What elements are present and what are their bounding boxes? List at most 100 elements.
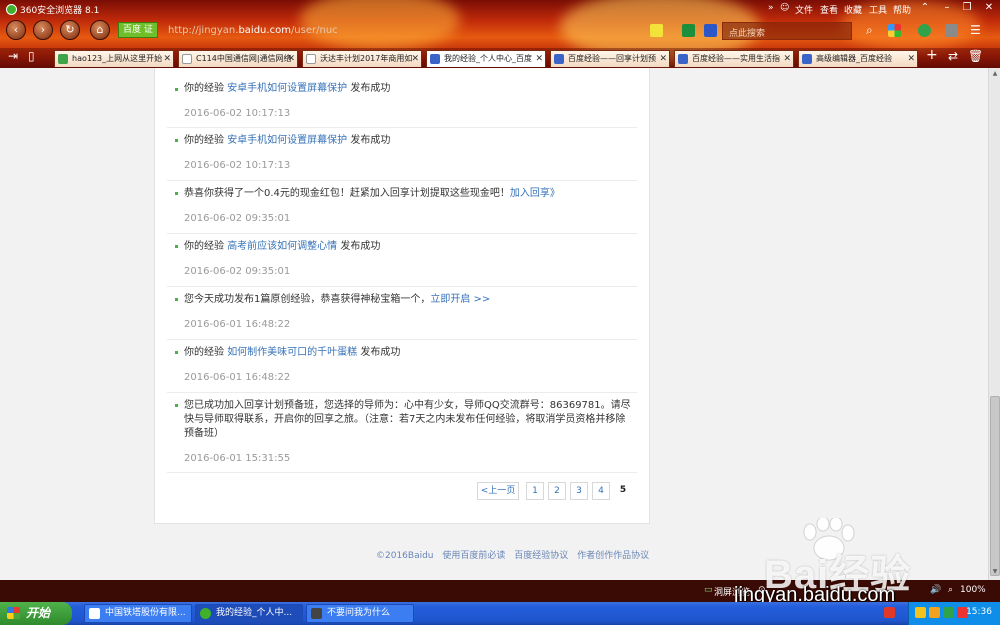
experience-link[interactable]: 安卓手机如何设置屏幕保护 <box>227 83 347 94</box>
zoom-icon[interactable]: ⌕ <box>948 585 953 595</box>
prev-page-button[interactable]: <上一页 <box>477 482 519 500</box>
qq-icon[interactable] <box>915 607 926 618</box>
page-viewport: 你的经验 安卓手机如何设置屏幕保护 发布成功 2016-06-02 10:17:… <box>0 68 988 580</box>
baidu-paw-icon <box>430 54 440 64</box>
close-tab-icon[interactable]: ✕ <box>907 51 915 67</box>
security-badge[interactable]: 百度 证 <box>118 22 158 38</box>
tab-life-guide[interactable]: 百度经验——实用生活指 ✕ <box>674 50 794 67</box>
menu-tools[interactable]: 工具 <box>869 3 887 16</box>
message-text: 你的经验 如何制作美味可口的千叶蛋糕 发布成功 <box>184 346 634 360</box>
qq-icon[interactable] <box>929 607 940 618</box>
minimize-button[interactable]: – <box>940 2 954 14</box>
apps-grid-icon[interactable] <box>888 24 901 37</box>
taskbar-item-tower[interactable]: 中国铁塔股份有限... <box>84 604 192 623</box>
app-icon <box>311 608 322 619</box>
windows-logo-icon <box>7 607 20 619</box>
close-tab-icon[interactable]: ✕ <box>411 51 419 67</box>
footer-link-agreement[interactable]: 百度经验协议 <box>514 551 568 561</box>
list-item: 你的经验 安卓手机如何设置屏幕保护 发布成功 2016-06-02 10:17:… <box>167 68 637 128</box>
start-button[interactable]: 开始 <box>0 602 72 625</box>
refresh-button[interactable]: ↻ <box>60 20 80 40</box>
sidebar-toggle-icon[interactable]: ⇥ <box>8 49 18 63</box>
scrollbar-thumb[interactable] <box>990 396 1000 576</box>
close-tab-icon[interactable]: ✕ <box>659 51 667 67</box>
message-time: 2016-06-02 10:17:13 <box>184 160 291 171</box>
taskbar-item-folder[interactable]: 不要问我为什么 <box>306 604 414 623</box>
join-huixiang-link[interactable]: 加入回享》 <box>510 188 560 199</box>
tab-label: 高级编辑器_百度经验 <box>816 54 892 63</box>
baidu-paw-icon[interactable] <box>704 24 717 37</box>
lightning-icon[interactable] <box>650 24 663 37</box>
close-tab-icon[interactable]: ✕ <box>783 51 791 67</box>
page-button-1[interactable]: 1 <box>526 482 544 500</box>
back-button[interactable]: ‹ <box>6 20 26 40</box>
footer-link-author-agreement[interactable]: 作者创作作品协议 <box>577 551 649 561</box>
tab-vodafone[interactable]: 沃达丰计划2017年商用如 ✕ <box>302 50 422 67</box>
menu-help[interactable]: 帮助 <box>893 3 911 16</box>
user-icon[interactable]: ☺ <box>780 3 789 13</box>
close-tab-icon[interactable]: ✕ <box>287 51 295 67</box>
security-shield-icon[interactable] <box>943 607 954 618</box>
message-text: 您今天成功发布1篇原创经验，恭喜获得神秘宝箱一个，立即开启 >> <box>184 293 634 307</box>
search-input[interactable]: 点此搜索 <box>722 22 852 40</box>
tab-advanced-editor[interactable]: 高级编辑器_百度经验 ✕ <box>798 50 918 67</box>
switch-tabs-icon[interactable]: ⇄ <box>948 49 958 63</box>
tab-huixiang-plan[interactable]: 百度经验——回享计划预 ✕ <box>550 50 670 67</box>
shield-icon[interactable] <box>918 24 931 37</box>
experience-link[interactable]: 高考前应该如何调整心情 <box>227 241 337 252</box>
fullscreen-icon[interactable]: ▭ <box>704 585 713 595</box>
document-icon <box>89 608 100 619</box>
more-menu-icon[interactable]: » <box>768 3 774 13</box>
tab-my-experience[interactable]: 我的经验_个人中心_百度 ✕ <box>426 50 546 67</box>
address-bar[interactable]: http://jingyan.baidu.com/user/nuc <box>168 25 338 36</box>
volume-icon[interactable]: 🔊 <box>930 585 941 595</box>
forward-button[interactable]: › <box>33 20 53 40</box>
360-browser-icon <box>200 608 211 619</box>
search-icon[interactable]: ⌕ <box>866 24 879 37</box>
tab-c114[interactable]: C114中国通信网|通信网络 ✕ <box>178 50 298 67</box>
open-treasure-link[interactable]: 立即开启 >> <box>430 294 490 305</box>
search-placeholder: 点此搜索 <box>729 29 766 39</box>
page-button-2[interactable]: 2 <box>548 482 566 500</box>
taskbar-item-browser[interactable]: 我的经验_个人中... <box>195 604 303 623</box>
list-item: 恭喜你获得了一个0.4元的现金红包！赶紧加入回享计划提取这些现金吧！加入回享》 … <box>167 181 637 234</box>
close-tab-icon[interactable]: ✕ <box>163 51 171 67</box>
experience-link[interactable]: 如何制作美味可口的千叶蛋糕 <box>227 347 357 358</box>
new-tab-button[interactable]: + <box>926 47 938 63</box>
experience-link[interactable]: 安卓手机如何设置屏幕保护 <box>227 135 347 146</box>
home-button[interactable]: ⌂ <box>90 20 110 40</box>
menu-view[interactable]: 查看 <box>820 3 838 16</box>
footer-link-terms[interactable]: 使用百度前必读 <box>442 551 505 561</box>
restore-button[interactable]: ❐ <box>960 2 974 14</box>
page-button-3[interactable]: 3 <box>570 482 588 500</box>
vertical-scrollbar[interactable]: ▲ ▼ <box>988 68 1000 580</box>
fullscreen-label[interactable]: 洞屏浏览 <box>714 585 750 598</box>
trash-icon[interactable]: 🗑 <box>968 49 983 63</box>
baidu-paw-icon <box>802 54 812 64</box>
plugin-icon[interactable] <box>682 24 695 37</box>
tab-label: C114中国通信网|通信网络 <box>196 54 292 63</box>
extension-icon[interactable] <box>945 24 958 37</box>
zoom-level[interactable]: 100% <box>960 585 986 595</box>
tab-list-icon[interactable]: ▯ <box>28 49 35 63</box>
url-domain: baidu.com <box>238 25 291 36</box>
close-window-button[interactable]: ✕ <box>982 2 996 14</box>
page-icon <box>306 54 316 64</box>
message-suffix: 发布成功 <box>347 83 391 94</box>
menu-file[interactable]: 文件 <box>795 3 813 16</box>
close-tab-icon[interactable]: ✕ <box>535 51 543 67</box>
tab-hao123[interactable]: hao123_上网从这里开始 ✕ <box>54 50 174 67</box>
page-button-4[interactable]: 4 <box>592 482 610 500</box>
bullet-icon <box>175 351 178 354</box>
menu-favorites[interactable]: 收藏 <box>844 3 862 16</box>
scroll-down-icon[interactable]: ▼ <box>991 568 999 575</box>
sogou-input-icon[interactable] <box>884 607 895 618</box>
download-icon[interactable]: ⊙ <box>758 585 766 595</box>
list-item: 你的经验 安卓手机如何设置屏幕保护 发布成功 2016-06-02 10:17:… <box>167 128 637 181</box>
scroll-up-icon[interactable]: ▲ <box>991 70 999 77</box>
message-text: 您已成功加入回享计划预备班，您选择的导师为：心中有少女，导师QQ交流群号：863… <box>184 399 634 441</box>
menu-list-icon[interactable]: ☰ <box>970 24 983 37</box>
pin-icon[interactable]: ⌃ <box>918 2 932 14</box>
message-prefix: 您今天成功发布1篇原创经验，恭喜获得神秘宝箱一个， <box>184 294 431 305</box>
message-prefix: 恭喜你获得了一个0.4元的现金红包！赶紧加入回享计划提取这些现金吧！ <box>184 188 510 199</box>
